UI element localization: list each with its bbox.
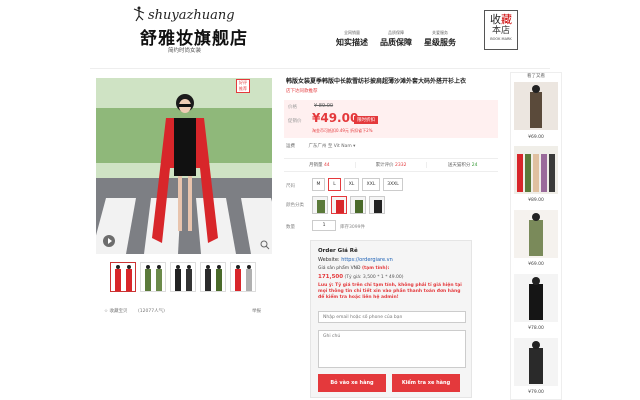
add-to-cart-button[interactable]: Bỏ vào xe hàng [318, 374, 386, 392]
header-feature-2: 品质保障 品质保障 [380, 30, 412, 47]
product-subtitle[interactable]: 店下达同款推荐 [286, 88, 318, 94]
shipping-row[interactable]: 运费 广东广州 至 Vit Nam ▾ [286, 143, 355, 149]
recommend-badge: 好评 推荐 [236, 79, 250, 93]
color-swatch-3[interactable] [350, 196, 366, 214]
size-option-xxl[interactable]: XXL [362, 178, 380, 191]
shipping-label: 运费 [286, 144, 295, 149]
check-cart-button[interactable]: Kiểm tra xe hàng [392, 374, 460, 392]
size-option-xl[interactable]: XL [344, 178, 359, 191]
color-swatch-4[interactable] [369, 196, 385, 214]
shipping-destination[interactable]: 广东广州 至 Vit Nam ▾ [308, 144, 355, 149]
related-price-5: ¥79.00 [528, 390, 544, 395]
size-option-3xxl[interactable]: 3XXL [383, 178, 403, 191]
related-item-4[interactable] [514, 274, 558, 322]
related-item-2[interactable] [514, 146, 558, 194]
promo-note: 淘金币可抵扣0.49元 折扣省下2% [312, 128, 373, 133]
sales-stats: 月销量 44 累计评价 2332 送天猫积分 24 [284, 158, 498, 172]
order-website: Website: https://ordergiare.vn [318, 257, 393, 263]
logo-script: shuyazhuang [148, 8, 235, 23]
stat-reviews[interactable]: 累计评价 2332 [356, 162, 428, 168]
dancer-logo-icon [133, 6, 145, 22]
play-video-button[interactable] [103, 235, 115, 247]
promo-badge: 限时折扣 [354, 116, 378, 124]
vnd-price-label: Giá sản phẩm VNĐ (tạm tính): [318, 266, 390, 271]
main-product-image[interactable] [96, 78, 272, 254]
related-item-1[interactable] [514, 82, 558, 130]
related-price-4: ¥78.00 [528, 326, 544, 331]
thumbnail-2[interactable] [140, 262, 166, 292]
thumbnail-1[interactable] [110, 262, 136, 292]
promo-price: ¥49.00 [312, 111, 359, 125]
note-field[interactable]: Ghi chú [318, 330, 466, 368]
color-label: 颜色分类 [286, 203, 304, 208]
thumbnail-5[interactable] [230, 262, 256, 292]
thumbnail-4[interactable] [200, 262, 226, 292]
order-title: Order Giá Rẻ [318, 248, 358, 254]
stock-text: 库存3099件 [340, 225, 365, 230]
stat-points: 送天猫积分 24 [447, 163, 478, 168]
size-label: 尺码 [286, 184, 295, 189]
store-slogan: 简约时尚女装 [168, 48, 202, 54]
related-price-3: ¥69.00 [528, 262, 544, 267]
bookmark-store-button[interactable]: 收藏 本店 BOOK MARK [484, 10, 518, 50]
quantity-stepper[interactable]: 1 [312, 220, 336, 231]
stat-monthly-sales: 月销量 44 [284, 162, 356, 168]
sidebar-title: 看了又看 [527, 74, 545, 79]
related-price-2: ¥89.00 [528, 198, 544, 203]
header-divider [90, 68, 550, 69]
report-link[interactable]: 举报 [252, 308, 261, 314]
thumbnail-3[interactable] [170, 262, 196, 292]
website-label: Website: [318, 257, 342, 263]
related-price-1: ¥69.00 [528, 135, 544, 140]
color-swatch-2[interactable] [331, 196, 347, 214]
product-title: 韩版女装夏季韩版中长款雪纺衫披肩超薄沙滩外套大码外搭开衫上衣 [286, 78, 467, 85]
color-swatch-1[interactable] [312, 196, 328, 214]
related-item-5[interactable] [514, 338, 558, 386]
vnd-price: 171,500 (Tỷ giá: 3,500 * 1 * 49.00) [318, 274, 404, 280]
popularity-count: (12077人气) [138, 309, 165, 314]
price-label: 价格 [288, 105, 297, 110]
size-option-m[interactable]: M [312, 178, 325, 191]
header-feature-3: 关爱服务 星级服务 [424, 30, 456, 47]
exchange-warning: Lưu ý: Tỷ giá trên chỉ tạm tính, không p… [318, 283, 462, 300]
size-option-l[interactable]: L [328, 178, 341, 191]
original-price: ¥ 89.00 [314, 103, 334, 109]
website-link[interactable]: https://ordergiare.vn [341, 257, 393, 263]
header-feature-1: 全网销量 知实描述 [336, 30, 368, 47]
related-item-3[interactable] [514, 210, 558, 258]
promo-price-label: 促销价 [288, 119, 302, 124]
quantity-label: 数量 [286, 225, 295, 230]
favorite-link[interactable]: ☆ 收藏宝贝 [104, 308, 127, 314]
email-field[interactable]: Nhập email hoặc số phone của bạn [318, 311, 466, 323]
zoom-icon[interactable] [260, 240, 270, 250]
